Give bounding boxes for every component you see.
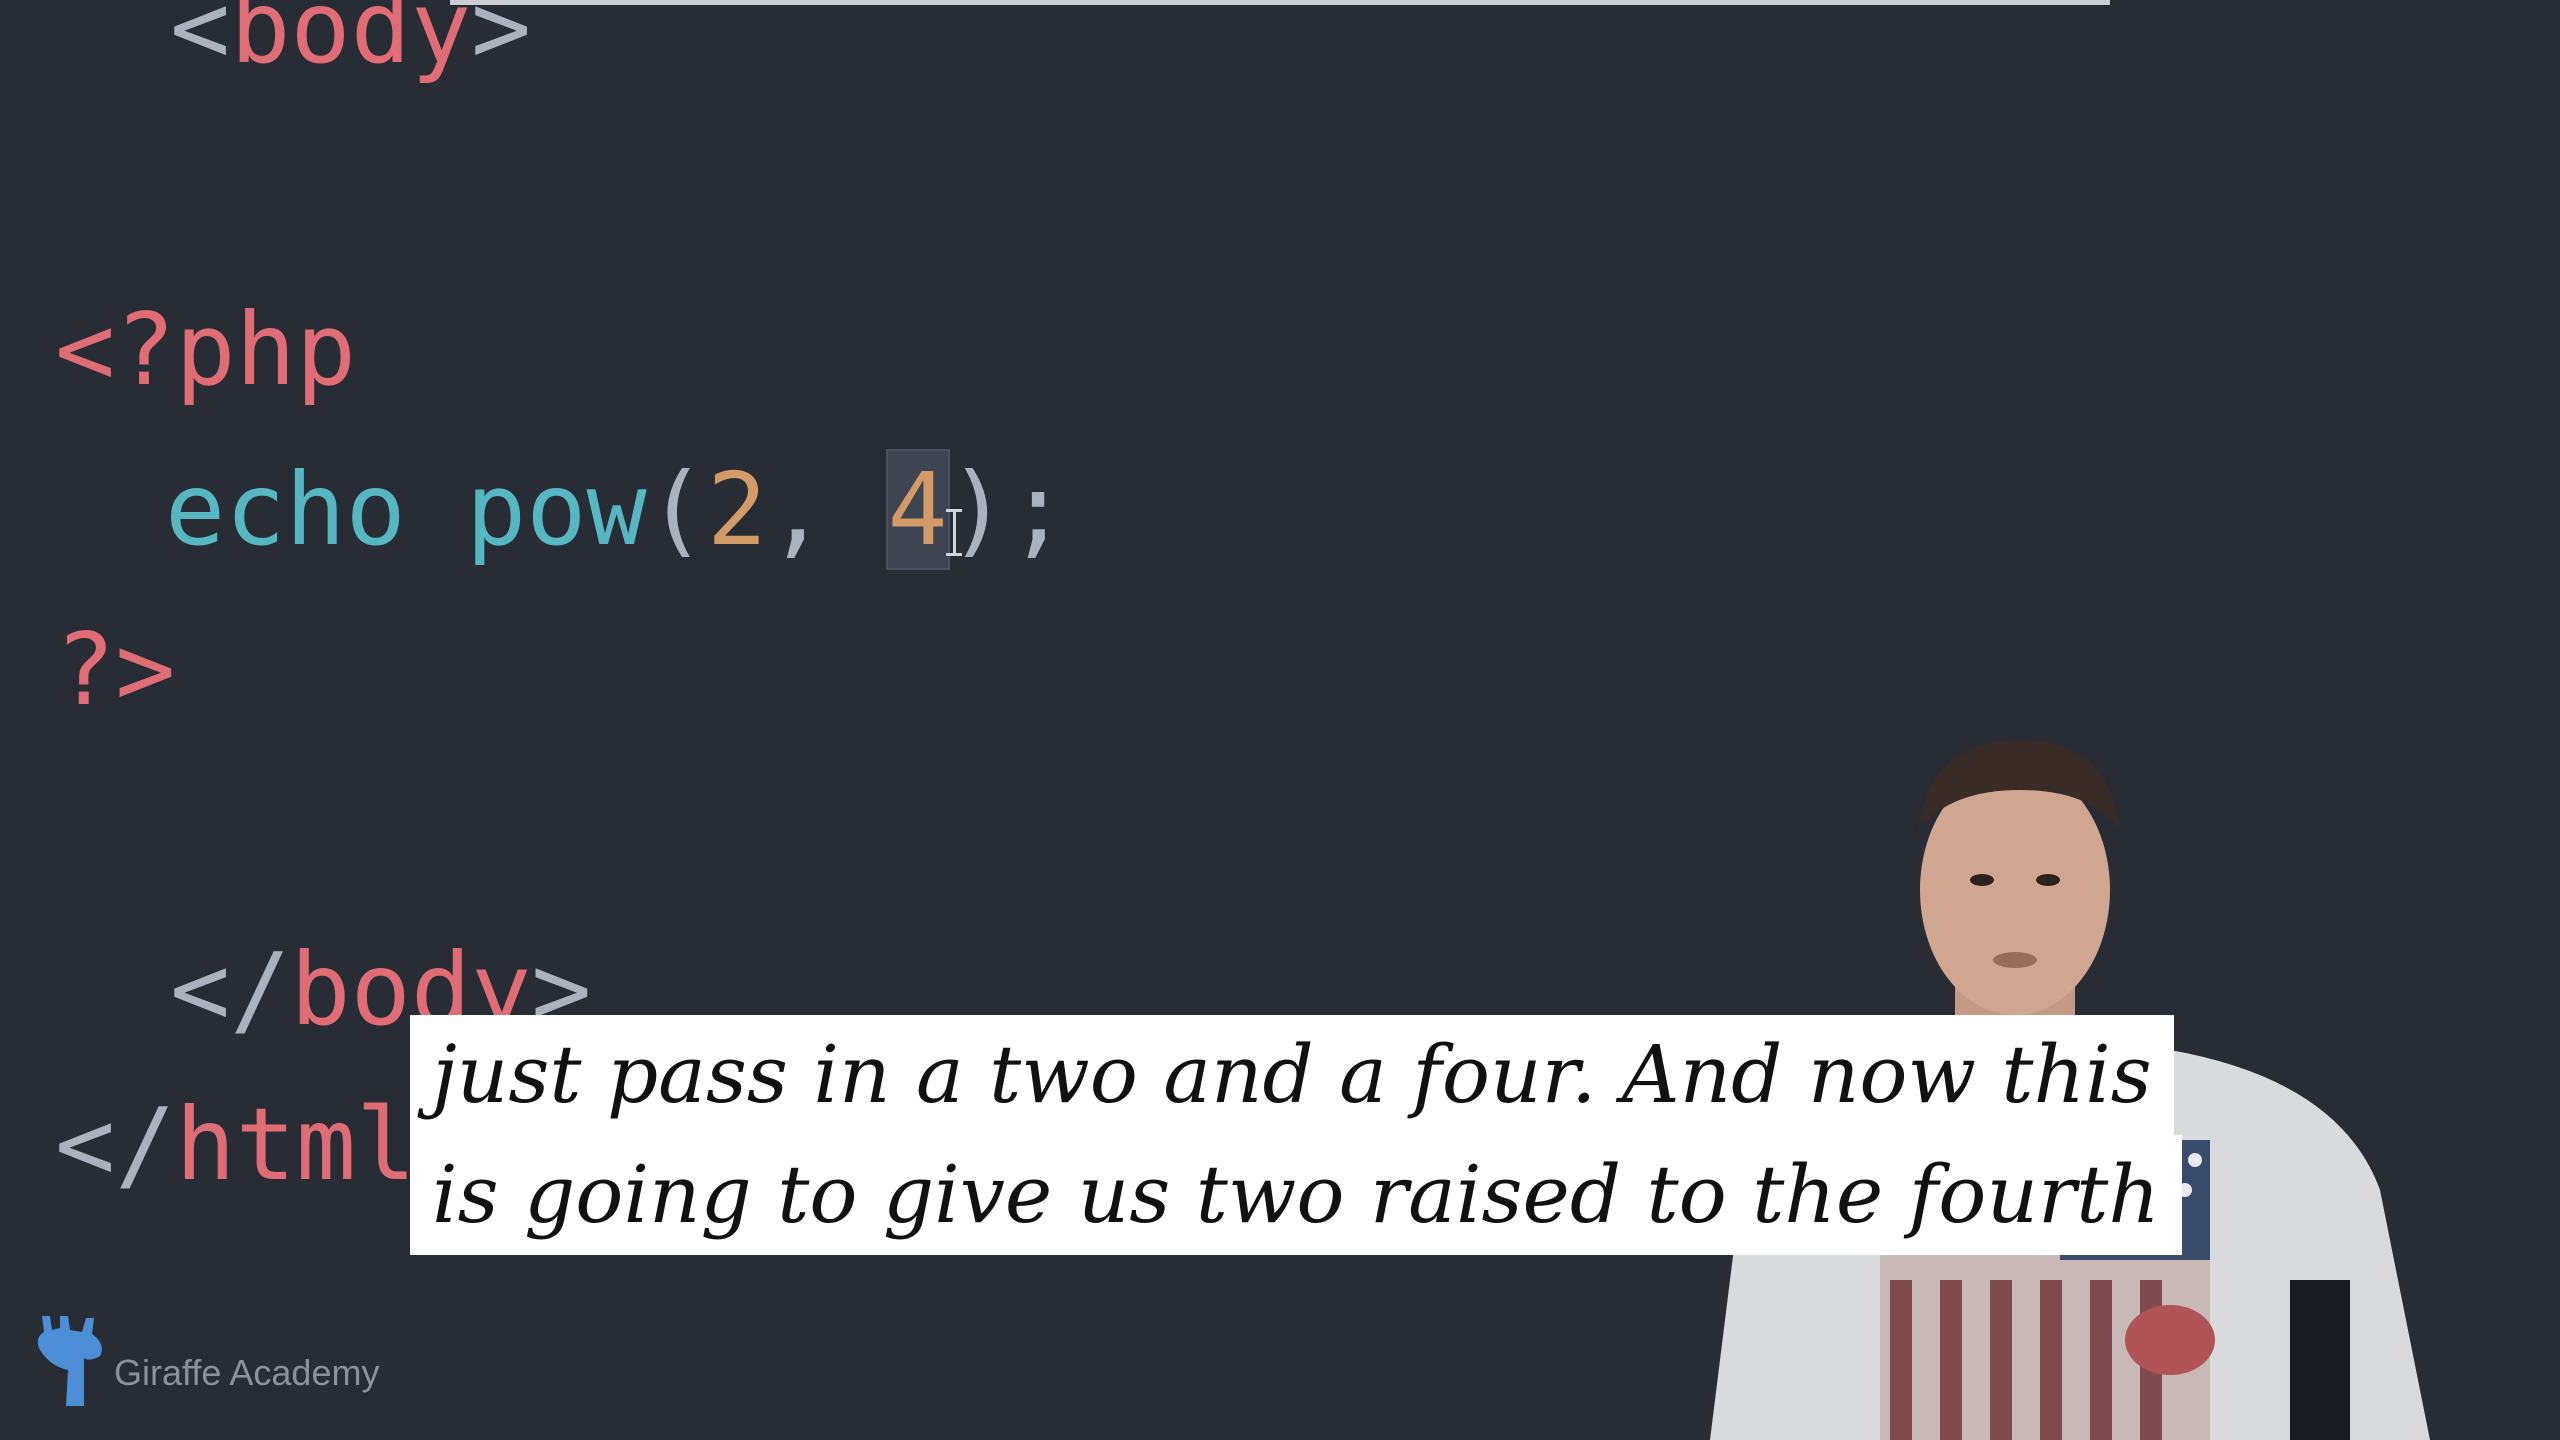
caption-line: is going to give us two raised to the fo…	[410, 1135, 2182, 1255]
code-line-php-close: ?>	[55, 611, 176, 728]
code-token: 2	[706, 451, 768, 568]
code-token: <	[170, 0, 231, 86]
code-token: body	[230, 0, 472, 86]
selected-code-token[interactable]: 4	[885, 449, 950, 570]
channel-watermark: Giraffe Academy	[30, 1310, 430, 1420]
video-top-bar	[450, 0, 2110, 5]
code-line-html-close: </html	[55, 1085, 416, 1205]
text-cursor-icon	[945, 505, 963, 561]
code-line-body-open: <body>	[170, 0, 531, 88]
giraffe-icon	[37, 1316, 102, 1406]
code-token: </	[55, 1086, 176, 1203]
code-token: ,	[767, 451, 828, 568]
code-token: ;	[1007, 451, 1069, 568]
code-line-echo: echo pow(2, 4);	[165, 449, 1069, 570]
code-line-php-open: <?php	[55, 291, 357, 408]
code-token: html	[175, 1086, 417, 1203]
caption-line: just pass in a two and a four. And now t…	[410, 1015, 2174, 1135]
code-token: echo	[165, 451, 406, 568]
code-token: </	[170, 931, 291, 1048]
code-token: pow	[466, 451, 647, 568]
watermark-text: Giraffe Academy	[114, 1352, 380, 1393]
subtitle-caption: just pass in a two and a four. And now t…	[410, 1015, 2182, 1255]
code-token: (	[646, 451, 707, 568]
code-token: >	[471, 0, 532, 86]
